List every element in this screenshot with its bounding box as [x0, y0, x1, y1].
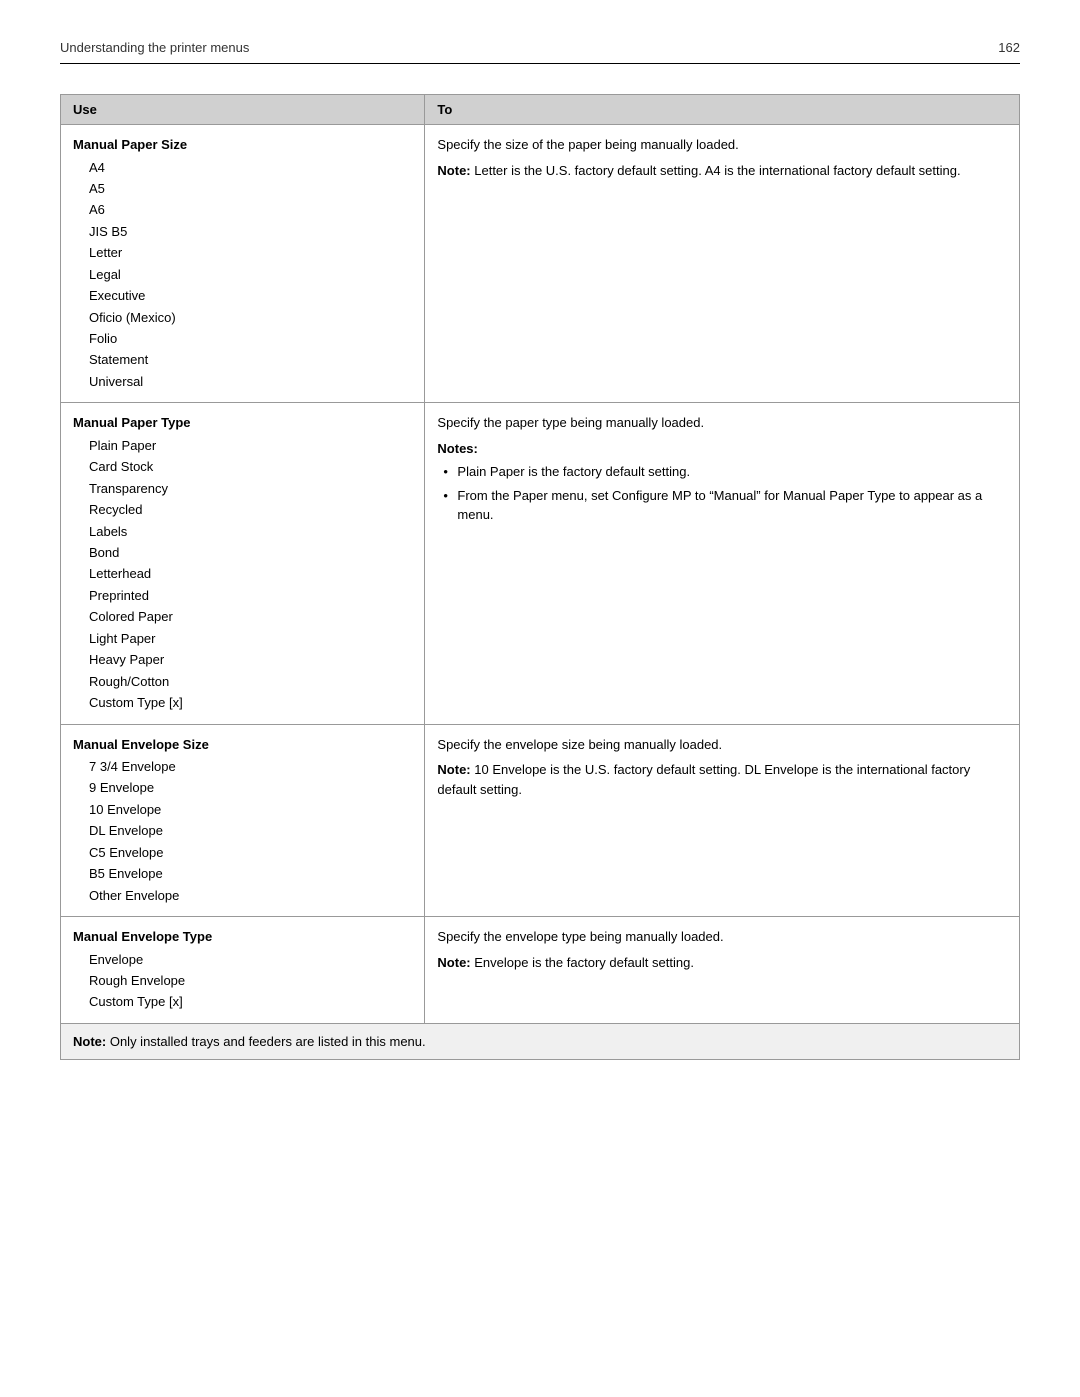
- list-item: A5: [89, 178, 412, 199]
- list-item: Custom Type [x]: [89, 692, 412, 713]
- paper-size-note: Note: Letter is the U.S. factory default…: [437, 161, 1007, 181]
- list-item: Colored Paper: [89, 606, 412, 627]
- note-text: 10 Envelope is the U.S. factory default …: [437, 762, 970, 797]
- list-item: Oficio (Mexico): [89, 307, 412, 328]
- page-number: 162: [998, 40, 1020, 55]
- list-item: Other Envelope: [89, 885, 412, 906]
- list-item: From the Paper menu, set Configure MP to…: [437, 486, 1007, 525]
- to-text-paper-type: Specify the paper type being manually lo…: [437, 413, 1007, 433]
- list-item: Executive: [89, 285, 412, 306]
- to-cell-paper-type: Specify the paper type being manually lo…: [425, 403, 1020, 724]
- use-cell-envelope-size: Manual Envelope Size 7 3/4 Envelope 9 En…: [61, 724, 425, 917]
- list-item: Universal: [89, 371, 412, 392]
- use-cell-paper-size: Manual Paper Size A4 A5 A6 JIS B5 Letter…: [61, 125, 425, 403]
- row-header-paper-size: Manual Paper Size: [73, 135, 412, 155]
- table-row: Manual Paper Size A4 A5 A6 JIS B5 Letter…: [61, 125, 1020, 403]
- list-item: Bond: [89, 542, 412, 563]
- note-text: Envelope is the factory default setting.: [474, 955, 694, 970]
- list-item: Plain Paper: [89, 435, 412, 456]
- paper-type-notes: Notes: Plain Paper is the factory defaul…: [437, 439, 1007, 525]
- envelope-size-note: Note: 10 Envelope is the U.S. factory de…: [437, 760, 1007, 799]
- list-item: Preprinted: [89, 585, 412, 606]
- list-item: A4: [89, 157, 412, 178]
- envelope-type-items: Envelope Rough Envelope Custom Type [x]: [73, 949, 412, 1013]
- list-item: Folio: [89, 328, 412, 349]
- note-label: Note:: [437, 163, 470, 178]
- footer-row: Note: Only installed trays and feeders a…: [61, 1023, 1020, 1060]
- list-item: Rough/Cotton: [89, 671, 412, 692]
- list-item: Recycled: [89, 499, 412, 520]
- to-text-paper-size: Specify the size of the paper being manu…: [437, 135, 1007, 155]
- table-row: Manual Envelope Type Envelope Rough Enve…: [61, 917, 1020, 1024]
- row-header-envelope-type: Manual Envelope Type: [73, 927, 412, 947]
- notes-label: Notes:: [437, 441, 477, 456]
- list-item: 9 Envelope: [89, 777, 412, 798]
- use-cell-envelope-type: Manual Envelope Type Envelope Rough Enve…: [61, 917, 425, 1024]
- col-header-to: To: [425, 95, 1020, 125]
- list-item: Custom Type [x]: [89, 991, 412, 1012]
- main-table: Use To Manual Paper Size A4 A5 A6 JIS B5…: [60, 94, 1020, 1060]
- paper-type-items: Plain Paper Card Stock Transparency Recy…: [73, 435, 412, 714]
- list-item: DL Envelope: [89, 820, 412, 841]
- row-header-envelope-size: Manual Envelope Size: [73, 735, 412, 755]
- to-cell-envelope-type: Specify the envelope type being manually…: [425, 917, 1020, 1024]
- footer-cell: Note: Only installed trays and feeders a…: [61, 1023, 1020, 1060]
- list-item: A6: [89, 199, 412, 220]
- notes-list: Plain Paper is the factory default setti…: [437, 462, 1007, 525]
- footer-note-text: Only installed trays and feeders are lis…: [110, 1034, 426, 1049]
- list-item: Envelope: [89, 949, 412, 970]
- envelope-size-items: 7 3/4 Envelope 9 Envelope 10 Envelope DL…: [73, 756, 412, 906]
- to-text-envelope-type: Specify the envelope type being manually…: [437, 927, 1007, 947]
- list-item: Plain Paper is the factory default setti…: [437, 462, 1007, 482]
- list-item: 10 Envelope: [89, 799, 412, 820]
- to-cell-paper-size: Specify the size of the paper being manu…: [425, 125, 1020, 403]
- to-text-envelope-size: Specify the envelope size being manually…: [437, 735, 1007, 755]
- note-label: Note:: [437, 955, 470, 970]
- to-cell-envelope-size: Specify the envelope size being manually…: [425, 724, 1020, 917]
- list-item: Heavy Paper: [89, 649, 412, 670]
- list-item: Legal: [89, 264, 412, 285]
- list-item: Card Stock: [89, 456, 412, 477]
- envelope-type-note: Note: Envelope is the factory default se…: [437, 953, 1007, 973]
- list-item: B5 Envelope: [89, 863, 412, 884]
- use-cell-paper-type: Manual Paper Type Plain Paper Card Stock…: [61, 403, 425, 724]
- list-item: 7 3/4 Envelope: [89, 756, 412, 777]
- table-row: Manual Paper Type Plain Paper Card Stock…: [61, 403, 1020, 724]
- note-text: Letter is the U.S. factory default setti…: [474, 163, 960, 178]
- list-item: Statement: [89, 349, 412, 370]
- table-row: Manual Envelope Size 7 3/4 Envelope 9 En…: [61, 724, 1020, 917]
- list-item: Transparency: [89, 478, 412, 499]
- row-header-paper-type: Manual Paper Type: [73, 413, 412, 433]
- col-header-use: Use: [61, 95, 425, 125]
- page-header: Understanding the printer menus 162: [60, 40, 1020, 64]
- list-item: Letter: [89, 242, 412, 263]
- footer-note-label: Note:: [73, 1034, 106, 1049]
- list-item: C5 Envelope: [89, 842, 412, 863]
- page-title: Understanding the printer menus: [60, 40, 249, 55]
- list-item: Labels: [89, 521, 412, 542]
- list-item: Letterhead: [89, 563, 412, 584]
- list-item: JIS B5: [89, 221, 412, 242]
- paper-size-items: A4 A5 A6 JIS B5 Letter Legal Executive O…: [73, 157, 412, 393]
- list-item: Light Paper: [89, 628, 412, 649]
- list-item: Rough Envelope: [89, 970, 412, 991]
- note-label: Note:: [437, 762, 470, 777]
